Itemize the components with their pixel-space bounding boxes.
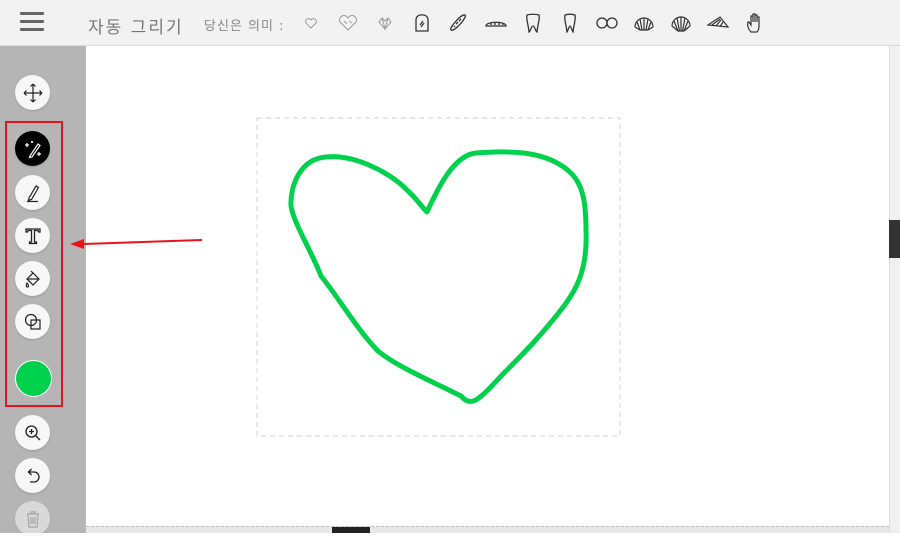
zoom-button[interactable] — [15, 415, 50, 450]
hand-icon[interactable] — [736, 9, 773, 37]
hamburger-menu-icon[interactable] — [20, 12, 44, 34]
horizontal-scrollbar[interactable] — [86, 526, 889, 533]
scallop-shell-icon[interactable] — [662, 9, 699, 37]
canvas-svg — [256, 117, 621, 437]
tooth-icon[interactable] — [514, 9, 551, 37]
heart-sketch-icon[interactable] — [329, 9, 366, 37]
trash-icon — [26, 510, 39, 528]
vertical-scroll-thumb[interactable] — [889, 220, 900, 258]
delete-button[interactable] — [15, 501, 50, 536]
drawing-canvas[interactable] — [86, 46, 889, 526]
bread-loaf-icon[interactable] — [477, 9, 514, 37]
baguette-icon[interactable] — [440, 9, 477, 37]
move-tool[interactable] — [15, 75, 50, 110]
suggestions-label: 당신은 의미 : — [204, 19, 285, 34]
diamond-heart-icon[interactable] — [366, 9, 403, 37]
toast-icon[interactable] — [403, 9, 440, 37]
horizontal-scroll-thumb[interactable] — [332, 527, 370, 533]
move-icon — [23, 83, 42, 102]
double-circle-icon[interactable] — [588, 9, 625, 37]
heart-drawing — [288, 149, 589, 404]
undo-button[interactable] — [15, 458, 50, 493]
tools-highlight-box — [5, 121, 63, 407]
undo-icon — [27, 468, 40, 483]
app-title: 자동 그리기 — [88, 18, 184, 38]
seashell-icon[interactable] — [625, 9, 662, 37]
tooth-outline-icon[interactable] — [551, 9, 588, 37]
conch-shell-icon[interactable] — [699, 9, 736, 37]
heart-small-icon[interactable] — [292, 9, 329, 37]
top-bar: 자동 그리기 당신은 의미 : — [0, 0, 900, 46]
vertical-scrollbar[interactable] — [889, 46, 900, 533]
zoom-in-icon — [24, 424, 40, 440]
suggestions-row — [292, 9, 773, 37]
